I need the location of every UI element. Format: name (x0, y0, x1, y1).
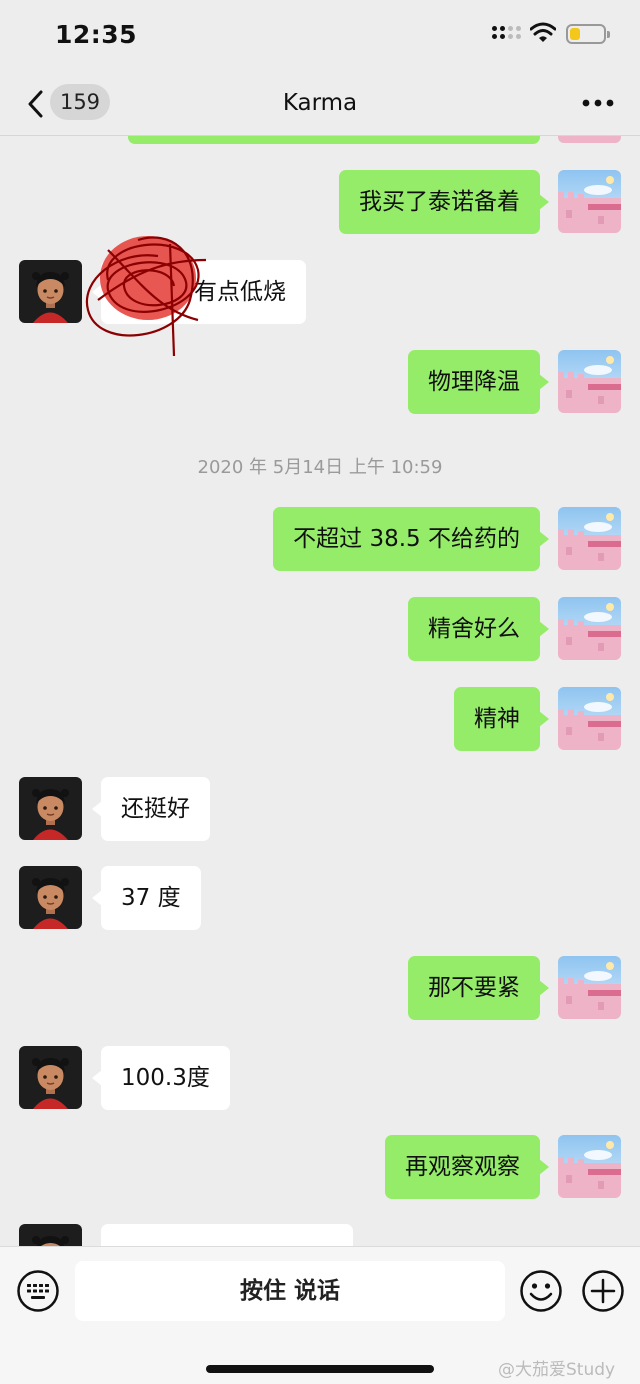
message-text: 精神 (474, 706, 520, 732)
more-icon[interactable] (578, 98, 618, 108)
contact-avatar[interactable] (19, 777, 82, 840)
message-bubble-me[interactable]: 不超过 38.5 不给药的 (273, 507, 549, 571)
keyboard-icon[interactable] (16, 1269, 60, 1313)
input-bar: 按住 说话 @大茄爱Study (0, 1246, 640, 1384)
hold-to-talk-button[interactable]: 按住 说话 (75, 1261, 505, 1321)
my-avatar[interactable] (558, 136, 621, 143)
message-text: 不超过 38.5 不给药的 (293, 526, 520, 552)
message-bubble-them[interactable]: 有点低烧 (92, 260, 306, 324)
message-bubble-me[interactable]: 精神 (454, 687, 549, 751)
message-bubble-me[interactable]: 我买了泰诺备着 (339, 170, 549, 234)
message-text: 我买了泰诺备着 (359, 189, 520, 215)
chat-header: 159 Karma (0, 72, 640, 136)
message-text: 再观察观察 (405, 1154, 520, 1180)
unread-count-badge[interactable]: 159 (50, 84, 110, 120)
my-avatar[interactable] (558, 956, 621, 1019)
contact-avatar[interactable] (19, 260, 82, 323)
message-bubble-me[interactable]: 精舍好么 (408, 597, 549, 661)
message-text: 还挺好 (121, 796, 190, 822)
status-time: 12:35 (55, 20, 138, 49)
my-avatar[interactable] (558, 350, 621, 413)
battery-icon (566, 24, 610, 44)
my-avatar[interactable] (558, 1135, 621, 1198)
message-text: 那不要紧 (428, 975, 520, 1001)
message-bubble-me[interactable]: 物理降温 (408, 350, 549, 414)
message-bubble-me[interactable]: 再观察观察 (385, 1135, 549, 1199)
message-bubble-them[interactable]: 100.3度 (92, 1046, 230, 1110)
my-avatar[interactable] (558, 170, 621, 233)
contact-avatar[interactable] (19, 1046, 82, 1109)
battery-level (570, 28, 580, 40)
message-bubble-them[interactable]: 37 度 (92, 866, 201, 930)
message-bubble-them[interactable] (101, 1224, 353, 1246)
my-avatar[interactable] (558, 687, 621, 750)
message-text: 有点低烧 (194, 279, 286, 305)
chevron-left-icon[interactable] (26, 90, 46, 118)
message-text: 37 度 (121, 885, 181, 911)
status-bar: 12:35 (0, 0, 640, 72)
message-list: 我买了泰诺备着 有点低烧 物理降温 2020 年 5月14日 上午 10:59 … (0, 136, 640, 1246)
emoji-icon[interactable] (519, 1269, 563, 1313)
message-bubble-me[interactable] (128, 136, 540, 144)
message-text: 100.3度 (121, 1065, 210, 1091)
contact-avatar[interactable] (19, 866, 82, 929)
message-timestamp: 2020 年 5月14日 上午 10:59 (197, 457, 443, 478)
my-avatar[interactable] (558, 597, 621, 660)
home-indicator[interactable] (206, 1365, 434, 1373)
wifi-icon (530, 22, 556, 42)
signal-icon (492, 26, 522, 39)
message-text: 物理降温 (428, 369, 520, 395)
contact-avatar[interactable] (19, 1224, 82, 1246)
message-bubble-me[interactable]: 那不要紧 (408, 956, 549, 1020)
message-bubble-them[interactable]: 还挺好 (92, 777, 210, 841)
my-avatar[interactable] (558, 507, 621, 570)
message-text: 精舍好么 (428, 616, 520, 642)
plus-icon[interactable] (581, 1269, 625, 1313)
watermark: @大茄爱Study (498, 1360, 616, 1380)
